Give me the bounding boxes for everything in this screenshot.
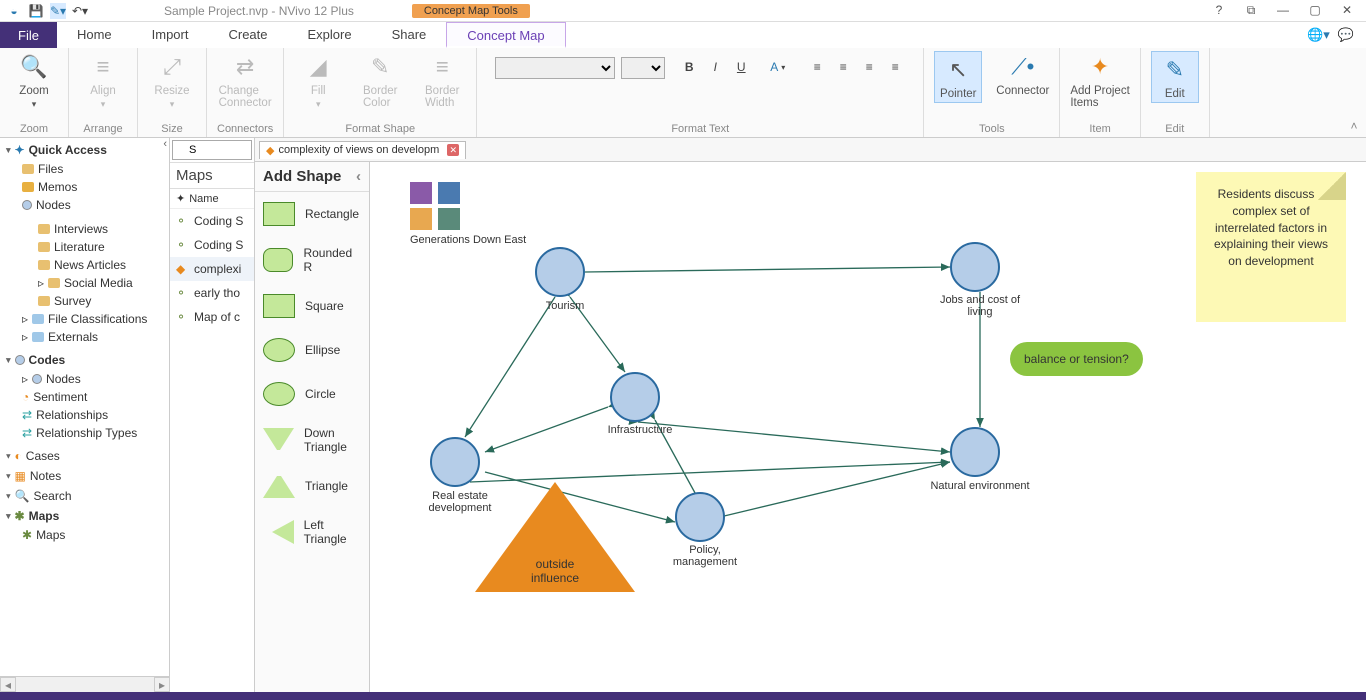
add-project-items-button[interactable]: ✦Add Project Items [1070, 51, 1129, 109]
maps-row[interactable]: ◆complexi [170, 257, 254, 281]
nav-survey[interactable]: Survey [4, 292, 165, 310]
shape-rectangle[interactable]: Rectangle [255, 192, 369, 236]
node-tourism[interactable] [535, 247, 585, 297]
maps-search-input[interactable] [172, 140, 252, 160]
font-size-select[interactable] [621, 57, 665, 79]
save-icon[interactable]: 💾 [28, 3, 44, 19]
annotation-balance[interactable]: balance or tension? [1010, 342, 1143, 376]
shape-triangle[interactable]: Triangle [255, 464, 369, 508]
status-bar [0, 692, 1366, 700]
map-icon: ◆ [266, 144, 274, 157]
tab-home[interactable]: Home [57, 22, 132, 48]
tab-conceptmap[interactable]: Concept Map [446, 22, 565, 48]
shape-circle[interactable]: Circle [255, 372, 369, 416]
border-color-button: ✎Border Color [356, 51, 404, 109]
palette-collapse-icon[interactable]: ‹ [356, 168, 361, 185]
shape-left-triangle[interactable]: Left Triangle [255, 508, 369, 556]
shape-ellipse[interactable]: Ellipse [255, 328, 369, 372]
palette-heading: Add Shape [263, 168, 341, 185]
align-right-button[interactable]: ≡ [859, 57, 879, 77]
minimize-icon[interactable]: — [1274, 3, 1292, 18]
nav-nodes[interactable]: Nodes [4, 196, 165, 214]
help-icon[interactable]: ? [1210, 3, 1228, 18]
shape-square[interactable]: Square [255, 284, 369, 328]
nav-codes[interactable]: Codes [4, 350, 165, 370]
border-width-button: ≡Border Width [418, 51, 466, 109]
maps-heading: Maps [170, 163, 254, 189]
sticky-note[interactable]: Residents discuss a complex set of inter… [1196, 172, 1346, 322]
change-connector-button: ⇄Change Connector [219, 51, 272, 109]
edit-icon[interactable]: ✎▾ [50, 3, 66, 19]
align-left-button[interactable]: ≡ [807, 57, 827, 77]
node-realestate[interactable] [430, 437, 480, 487]
edit-button[interactable]: ✎Edit [1151, 51, 1199, 103]
nav-maps-item[interactable]: ✱Maps [4, 526, 165, 544]
font-family-select[interactable] [495, 57, 615, 79]
document-tab[interactable]: ◆ complexity of views on developm ✕ [259, 141, 466, 159]
nav-quick-access[interactable]: ✦Quick Access [4, 140, 165, 160]
nav-news[interactable]: News Articles [4, 256, 165, 274]
nav-collapse-icon[interactable]: ‹ [163, 138, 167, 150]
nav-literature[interactable]: Literature [4, 238, 165, 256]
maps-row[interactable]: ⚬early tho [170, 281, 254, 305]
shape-down-triangle[interactable]: Down Triangle [255, 416, 369, 464]
underline-button[interactable]: U [731, 57, 751, 77]
bold-button[interactable]: B [679, 57, 699, 77]
align-justify-button[interactable]: ≡ [885, 57, 905, 77]
tab-explore[interactable]: Explore [288, 22, 372, 48]
nav-notes[interactable]: ▦Notes [4, 466, 165, 486]
tab-file[interactable]: File [0, 22, 57, 48]
tab-close-icon[interactable]: ✕ [447, 144, 459, 156]
globe-icon[interactable]: 🌐▾ [1307, 27, 1330, 43]
app-icon: ◒ [6, 3, 22, 19]
tab-share[interactable]: Share [372, 22, 447, 48]
zoom-button[interactable]: 🔍Zoom▾ [10, 51, 58, 110]
chat-icon[interactable]: 💬 [1338, 27, 1354, 43]
maps-col-name[interactable]: ✦ Name [170, 189, 254, 209]
maps-row[interactable]: ⚬Coding S [170, 233, 254, 257]
nav-reltypes[interactable]: ⇄Relationship Types [4, 424, 165, 442]
font-color-button[interactable]: A▾ [769, 57, 789, 77]
node-policy[interactable] [675, 492, 725, 542]
nav-interviews[interactable]: Interviews [4, 220, 165, 238]
fill-button: ◢Fill▾ [294, 51, 342, 110]
resize-button: ⤢Resize▾ [148, 51, 196, 110]
node-jobs[interactable] [950, 242, 1000, 292]
nav-files[interactable]: Files [4, 160, 165, 178]
ribbon-collapse-icon[interactable]: ˄ [1342, 48, 1366, 137]
legend: Generations Down East [410, 182, 526, 246]
nav-nodes2[interactable]: ▹ Nodes [4, 370, 165, 388]
close-icon[interactable]: ✕ [1338, 3, 1356, 18]
node-natural[interactable] [950, 427, 1000, 477]
restore-icon[interactable]: ⧉ [1242, 3, 1260, 18]
nav-maps[interactable]: ✱Maps [4, 506, 165, 526]
italic-button[interactable]: I [705, 57, 725, 77]
nav-cases[interactable]: ◐Cases [4, 446, 165, 466]
nav-relationships[interactable]: ⇄Relationships [4, 406, 165, 424]
connector-button[interactable]: ⟋•Connector [996, 51, 1049, 97]
maximize-icon[interactable]: ▢ [1306, 3, 1324, 18]
align-center-button[interactable]: ≡ [833, 57, 853, 77]
tab-create[interactable]: Create [208, 22, 287, 48]
nav-memos[interactable]: Memos [4, 178, 165, 196]
concept-map-canvas[interactable]: Generations Down East Tourism Jobs and c… [370, 162, 1366, 700]
nav-horizontal-scrollbar[interactable]: ◂▸ [0, 676, 170, 692]
align-button: ≡Align▾ [79, 51, 127, 110]
maps-row[interactable]: ⚬Map of c [170, 305, 254, 329]
nav-search[interactable]: 🔍Search [4, 486, 165, 506]
node-infra[interactable] [610, 372, 660, 422]
undo-icon[interactable]: ↶▾ [72, 3, 88, 19]
nav-social[interactable]: ▹ Social Media [4, 274, 165, 292]
context-tools-label: Concept Map Tools [412, 4, 530, 18]
tab-import[interactable]: Import [132, 22, 209, 48]
maps-row[interactable]: ⚬Coding S [170, 209, 254, 233]
pointer-button[interactable]: ↖Pointer [934, 51, 982, 103]
nav-externals[interactable]: ▹ Externals [4, 328, 165, 346]
nav-fileclass[interactable]: ▹ File Classifications [4, 310, 165, 328]
window-title: Sample Project.nvp - NVivo 12 Plus [164, 4, 354, 18]
shape-rounded[interactable]: Rounded R [255, 236, 369, 284]
nav-sentiment[interactable]: ◔Sentiment [4, 388, 165, 406]
